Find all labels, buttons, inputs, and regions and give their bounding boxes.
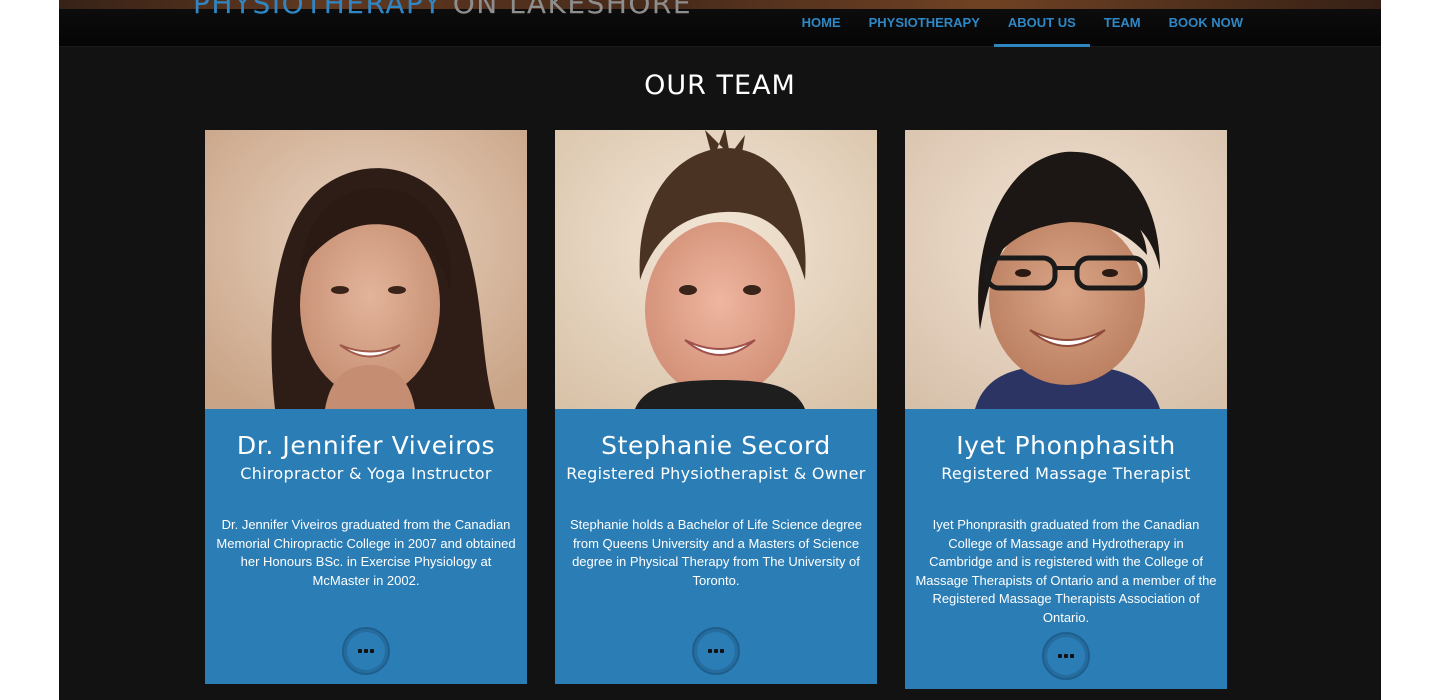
nav-home[interactable]: HOME — [788, 0, 855, 47]
nav-team[interactable]: TEAM — [1090, 0, 1155, 47]
team-card: Iyet Phonphasith Registered Massage Ther… — [905, 130, 1227, 689]
team-card: Stephanie Secord Registered Physiotherap… — [555, 130, 877, 684]
nav-about-us[interactable]: ABOUT US — [993, 0, 1090, 47]
section-title: OUR TEAM — [644, 70, 796, 101]
more-button[interactable] — [1042, 632, 1090, 680]
nav-physiotherapy[interactable]: PHYSIOTHERAPY — [855, 0, 994, 47]
main-nav: HOME PHYSIOTHERAPY ABOUT US TEAM BOOK NO… — [788, 0, 1257, 47]
brand-primary: PHYSIOTHERAPY — [193, 0, 443, 20]
site-logo[interactable]: PHYSIOTHERAPY ON LAKESHORE — [193, 0, 692, 18]
member-photo — [905, 130, 1227, 409]
member-role: Chiropractor & Yoga Instructor — [240, 464, 492, 483]
member-bio: Iyet Phonprasith graduated from the Cana… — [915, 517, 1217, 625]
member-photo — [205, 130, 527, 409]
site-header: PHYSIOTHERAPY ON LAKESHORE HOME PHYSIOTH… — [59, 0, 1381, 47]
member-bio: Stephanie holds a Bachelor of Life Scien… — [570, 517, 862, 588]
team-card: Dr. Jennifer Viveiros Chiropractor & Yog… — [205, 130, 527, 684]
page: PHYSIOTHERAPY ON LAKESHORE HOME PHYSIOTH… — [59, 0, 1381, 700]
more-button[interactable] — [342, 627, 390, 675]
more-dots-icon — [708, 649, 724, 653]
member-name: Iyet Phonphasith — [956, 431, 1176, 460]
more-dots-icon — [358, 649, 374, 653]
member-bio: Dr. Jennifer Viveiros graduated from the… — [216, 517, 516, 588]
brand-secondary: ON LAKESHORE — [452, 0, 693, 20]
more-button[interactable] — [692, 627, 740, 675]
member-name: Dr. Jennifer Viveiros — [236, 431, 496, 460]
nav-book-now[interactable]: BOOK NOW — [1155, 0, 1257, 47]
member-role: Registered Massage Therapist — [941, 464, 1191, 483]
more-dots-icon — [1058, 654, 1074, 658]
member-name: Stephanie Secord — [601, 431, 831, 460]
member-role: Registered Physiotherapist & Owner — [566, 464, 866, 483]
member-photo — [555, 130, 877, 409]
